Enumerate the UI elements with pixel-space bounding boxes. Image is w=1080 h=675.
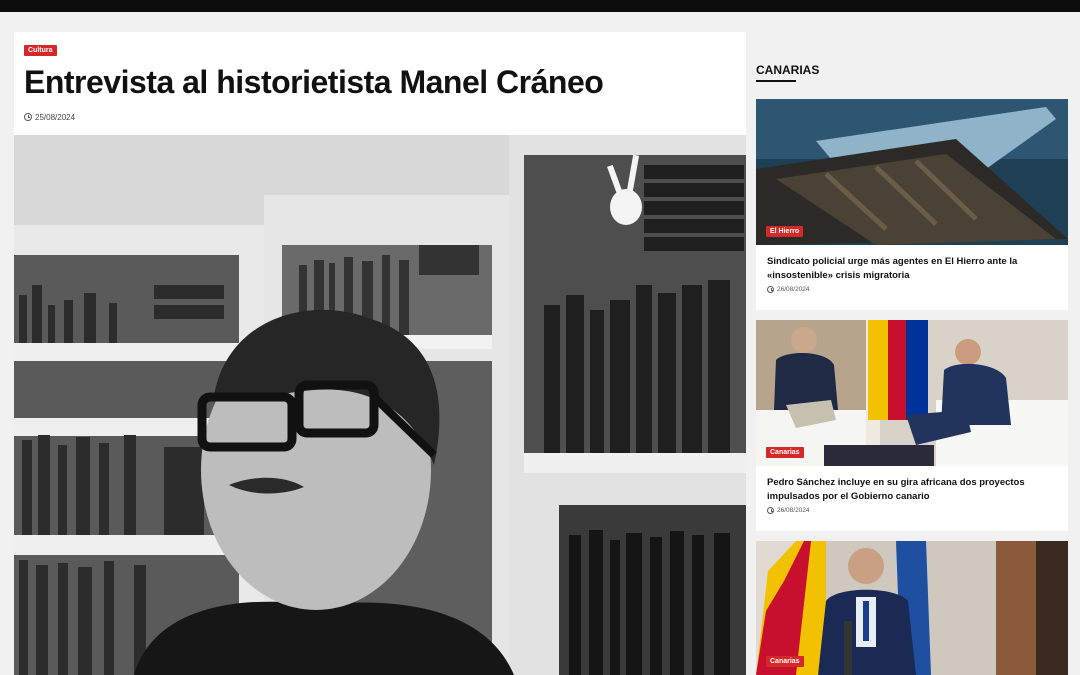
card-date: 26/08/2024: [777, 286, 810, 293]
main-article: Cultura Entrevista al historietista Mane…: [14, 32, 746, 675]
article-date: 25/08/2024: [35, 112, 76, 122]
section-underline: [756, 80, 796, 82]
sidebar: CANARIAS: [756, 60, 1068, 82]
meeting-illustration: [756, 320, 1068, 466]
article-meta: 25/08/2024: [24, 111, 75, 123]
news-card[interactable]: El Hierro Sindicato policial urge más ag…: [756, 99, 1068, 310]
card-thumbnail[interactable]: Canarias: [756, 320, 1068, 466]
clock-icon: [24, 113, 32, 121]
card-category-badge[interactable]: Canarias: [766, 656, 804, 667]
section-title[interactable]: CANARIAS: [756, 60, 1068, 80]
news-card[interactable]: Canarias: [756, 541, 1068, 675]
card-title[interactable]: Sindicato policial urge más agentes en E…: [756, 245, 1068, 282]
card-category-badge[interactable]: El Hierro: [766, 226, 804, 237]
speaker-illustration: [756, 541, 1068, 675]
category-badge[interactable]: Cultura: [24, 45, 57, 56]
clock-icon: [767, 507, 774, 514]
card-title[interactable]: Pedro Sánchez incluye en su gira african…: [756, 466, 1068, 503]
boat-illustration: [756, 99, 1068, 245]
article-photo: [14, 135, 746, 675]
card-thumbnail[interactable]: El Hierro: [756, 99, 1068, 245]
card-date: 26/08/2024: [777, 507, 810, 514]
card-thumbnail[interactable]: Canarias: [756, 541, 1068, 675]
portrait-illustration: [14, 135, 746, 675]
card-meta: 26/08/2024: [756, 282, 1068, 293]
article-title: Entrevista al historietista Manel Cráneo: [24, 64, 604, 100]
clock-icon: [767, 286, 774, 293]
card-category-badge[interactable]: Canarias: [766, 447, 804, 458]
top-bar: [0, 0, 1080, 12]
card-meta: 26/08/2024: [756, 503, 1068, 514]
news-card[interactable]: Canarias Pedro Sánchez incluye en su gir…: [756, 320, 1068, 531]
